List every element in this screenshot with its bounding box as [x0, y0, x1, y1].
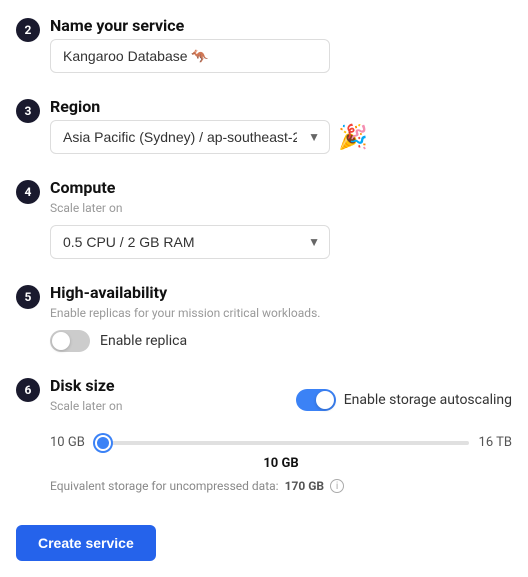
create-service-button[interactable]: Create service — [16, 525, 156, 561]
step-4-circle: 4 — [16, 180, 40, 204]
autoscale-toggle-label: Enable storage autoscaling — [344, 392, 512, 408]
service-name-input[interactable] — [50, 39, 330, 73]
name-title: Name your service — [50, 16, 512, 35]
step-5-circle: 5 — [16, 285, 40, 309]
equivalent-label: Equivalent storage for uncompressed data… — [50, 479, 279, 493]
compute-select[interactable]: 0.5 CPU / 2 GB RAM 1 CPU / 4 GB RAM 2 CP… — [50, 225, 330, 259]
disk-header-row: Disk size Scale later on Enable storage … — [50, 376, 512, 423]
region-content: Region Asia Pacific (Sydney) / ap-southe… — [50, 97, 512, 154]
ha-section: 5 High-availability Enable replicas for … — [16, 283, 512, 352]
equivalent-row: Equivalent storage for uncompressed data… — [50, 479, 512, 493]
disk-title: Disk size — [50, 376, 122, 395]
disk-section: 6 Disk size Scale later on Enable storag… — [16, 376, 512, 493]
ha-subtitle: Enable replicas for your mission critica… — [50, 306, 512, 320]
autoscale-toggle-row: Enable storage autoscaling — [296, 389, 512, 411]
ha-title: High-availability — [50, 283, 512, 302]
region-section: 3 Region Asia Pacific (Sydney) / ap-sout… — [16, 97, 512, 154]
disk-slider[interactable] — [95, 441, 469, 445]
region-row: Asia Pacific (Sydney) / ap-southeast-2 U… — [50, 120, 512, 154]
equivalent-value: 170 GB — [285, 479, 324, 493]
compute-title: Compute — [50, 178, 512, 197]
info-icon[interactable]: i — [330, 479, 344, 493]
step-6-circle: 6 — [16, 378, 40, 402]
disk-content: Disk size Scale later on Enable storage … — [50, 376, 512, 493]
region-select-wrapper: Asia Pacific (Sydney) / ap-southeast-2 U… — [50, 120, 330, 154]
step-3-circle: 3 — [16, 99, 40, 123]
autoscale-toggle[interactable] — [296, 389, 336, 411]
disk-title-group: Disk size Scale later on — [50, 376, 122, 423]
ha-toggle-label: Enable replica — [100, 333, 187, 349]
autoscale-toggle-slider — [296, 389, 336, 411]
name-section: 2 Name your service — [16, 16, 512, 73]
ha-toggle-knob — [52, 332, 70, 350]
ha-toggle[interactable] — [50, 330, 90, 352]
compute-select-wrapper: 0.5 CPU / 2 GB RAM 1 CPU / 4 GB RAM 2 CP… — [50, 225, 330, 259]
compute-section: 4 Compute Scale later on 0.5 CPU / 2 GB … — [16, 178, 512, 259]
disk-subtitle: Scale later on — [50, 399, 122, 413]
disk-max-label: 16 TB — [479, 435, 512, 450]
compute-subtitle: Scale later on — [50, 201, 512, 215]
ha-content: High-availability Enable replicas for yo… — [50, 283, 512, 352]
disk-current-value: 10 GB — [263, 456, 298, 471]
name-content: Name your service — [50, 16, 512, 73]
ha-toggle-slider — [50, 330, 90, 352]
ha-toggle-row: Enable replica — [50, 330, 512, 352]
disk-value-row: 10 GB — [50, 456, 512, 471]
disk-slider-row: 10 GB 16 TB — [50, 435, 512, 450]
region-title: Region — [50, 97, 512, 116]
step-2-circle: 2 — [16, 18, 40, 42]
autoscale-toggle-knob — [316, 391, 334, 409]
compute-content: Compute Scale later on 0.5 CPU / 2 GB RA… — [50, 178, 512, 259]
region-select[interactable]: Asia Pacific (Sydney) / ap-southeast-2 U… — [50, 120, 330, 154]
party-icon: 🎉 — [338, 123, 368, 151]
disk-min-label: 10 GB — [50, 435, 85, 450]
